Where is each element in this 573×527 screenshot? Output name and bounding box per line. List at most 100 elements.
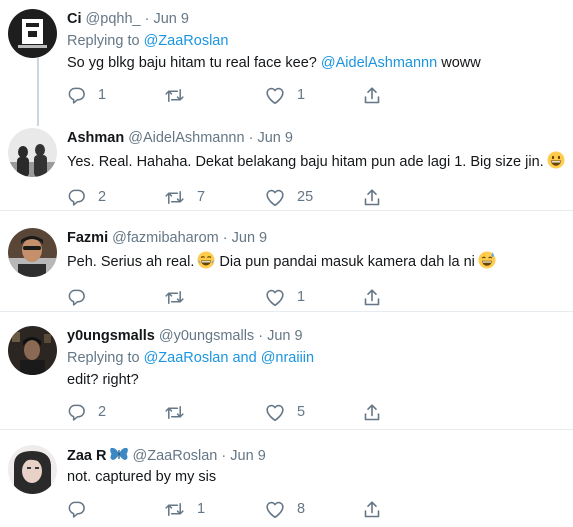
grinning-sweat-emoji bbox=[478, 251, 496, 275]
tweet-text: not. captured by my sis bbox=[67, 468, 565, 487]
like-count: 25 bbox=[297, 189, 314, 205]
avatar[interactable] bbox=[8, 9, 57, 58]
like-button[interactable]: 8 bbox=[265, 499, 305, 519]
like-count: 1 bbox=[297, 289, 306, 305]
tweet-ci[interactable]: Ci @pqhh_ · Jun 9 Replying to @ZaaRoslan… bbox=[0, 0, 573, 104]
reply-icon bbox=[67, 500, 86, 519]
retweet-icon bbox=[164, 288, 185, 307]
retweet-button[interactable] bbox=[164, 402, 197, 422]
tweet-text-main: not. captured by my sis bbox=[67, 469, 217, 485]
tweet-header: Ashman @AidelAshmannn · Jun 9 bbox=[67, 129, 565, 147]
display-name[interactable]: Ci bbox=[67, 11, 82, 27]
tweet-ashman[interactable]: Ashman @AidelAshmannn · Jun 9 Yes. Real.… bbox=[0, 101, 573, 211]
like-count: 8 bbox=[297, 501, 306, 517]
replying-to-link[interactable]: @ZaaRoslan bbox=[144, 33, 229, 49]
tweet-date[interactable]: Jun 9 bbox=[257, 130, 292, 146]
replying-to: Replying to @ZaaRoslan bbox=[67, 32, 565, 50]
tweet-date[interactable]: Jun 9 bbox=[232, 230, 267, 246]
tweet-header: Ci @pqhh_ · Jun 9 bbox=[67, 10, 565, 28]
replying-to: Replying to @ZaaRoslan and @nraiiin bbox=[67, 349, 565, 367]
replying-to-link-2[interactable]: @nraiiin bbox=[261, 350, 314, 366]
share-icon bbox=[363, 188, 381, 207]
retweet-icon bbox=[164, 500, 185, 519]
tweet-actions: 1 8 bbox=[67, 499, 565, 519]
separator-dot: · bbox=[258, 328, 264, 344]
retweet-button[interactable]: 1 bbox=[164, 499, 205, 519]
separator-dot: · bbox=[222, 230, 228, 246]
like-button[interactable]: 5 bbox=[265, 402, 305, 422]
separator-dot: · bbox=[221, 448, 227, 464]
blue-butterfly-icon bbox=[109, 446, 129, 467]
display-name[interactable]: Fazmi bbox=[67, 230, 108, 246]
reply-thread: Ci @pqhh_ · Jun 9 Replying to @ZaaRoslan… bbox=[0, 0, 573, 527]
share-button[interactable] bbox=[363, 499, 381, 519]
separator-dot: · bbox=[144, 11, 150, 27]
replying-to-and: and bbox=[232, 350, 257, 366]
like-button[interactable]: 1 bbox=[265, 287, 305, 307]
user-handle[interactable]: @fazmibaharom bbox=[112, 230, 219, 246]
avatar[interactable] bbox=[8, 445, 57, 494]
user-handle[interactable]: @pqhh_ bbox=[86, 11, 141, 27]
tweet-text-b: Dia pun pandai masuk kamera dah la ni bbox=[219, 254, 475, 270]
retweet-icon bbox=[164, 403, 185, 422]
reply-icon bbox=[67, 403, 86, 422]
mention-link[interactable]: @AidelAshmannn bbox=[321, 55, 437, 71]
share-button[interactable] bbox=[363, 287, 381, 307]
tears-of-joy-emoji bbox=[197, 251, 215, 275]
replying-to-link[interactable]: @ZaaRoslan bbox=[144, 350, 229, 366]
share-icon bbox=[363, 288, 381, 307]
tweet-zaa-r[interactable]: Zaa R @ZaaRoslan · Jun 9 not. captured b… bbox=[0, 430, 573, 527]
share-button[interactable] bbox=[363, 402, 381, 422]
tweet-header: Zaa R @ZaaRoslan · Jun 9 bbox=[67, 446, 565, 464]
tweet-date[interactable]: Jun 9 bbox=[267, 328, 302, 344]
tweet-actions: 2 5 bbox=[67, 402, 565, 422]
user-handle[interactable]: @ZaaRoslan bbox=[133, 448, 218, 464]
heart-icon bbox=[265, 288, 285, 307]
avatar[interactable] bbox=[8, 128, 57, 177]
tweet-text-main: So yg blkg baju hitam tu real face kee? bbox=[67, 55, 317, 71]
tweet-text: Peh. Serius ah real. Dia pun pandai masu… bbox=[67, 251, 565, 275]
display-name[interactable]: Ashman bbox=[67, 130, 124, 146]
tweet-text-main: edit? right? bbox=[67, 372, 139, 388]
tweet-fazmi[interactable]: Fazmi @fazmibaharom · Jun 9 Peh. Serius … bbox=[0, 211, 573, 312]
grinning-face-emoji bbox=[547, 151, 565, 175]
like-count: 5 bbox=[297, 404, 306, 420]
reply-icon bbox=[67, 288, 86, 307]
replying-to-label: Replying to bbox=[67, 33, 140, 49]
tweet-date[interactable]: Jun 9 bbox=[153, 11, 188, 27]
reply-button[interactable]: 2 bbox=[67, 187, 106, 207]
reply-count: 2 bbox=[98, 404, 107, 420]
tweet-header: Fazmi @fazmibaharom · Jun 9 bbox=[67, 229, 565, 247]
avatar[interactable] bbox=[8, 228, 57, 277]
thread-connector bbox=[37, 101, 39, 126]
user-handle[interactable]: @y0ungsmalls bbox=[159, 328, 254, 344]
reply-button[interactable] bbox=[67, 287, 98, 307]
avatar[interactable] bbox=[8, 326, 57, 375]
thread-connector bbox=[37, 58, 39, 101]
reply-button[interactable]: 2 bbox=[67, 402, 106, 422]
tweet-text-suffix: woww bbox=[441, 55, 481, 71]
retweet-icon bbox=[164, 188, 185, 207]
display-name[interactable]: Zaa R bbox=[67, 448, 107, 464]
tweet-text-a: Peh. Serius ah real. bbox=[67, 254, 195, 270]
tweet-date[interactable]: Jun 9 bbox=[230, 448, 265, 464]
reply-icon bbox=[67, 188, 86, 207]
tweet-header: y0ungsmalls @y0ungsmalls · Jun 9 bbox=[67, 327, 565, 345]
user-handle[interactable]: @AidelAshmannn bbox=[128, 130, 244, 146]
tweet-y0ungsmalls[interactable]: y0ungsmalls @y0ungsmalls · Jun 9 Replyin… bbox=[0, 312, 573, 430]
reply-button[interactable] bbox=[67, 499, 98, 519]
tweet-text: Yes. Real. Hahaha. Dekat belakang baju h… bbox=[67, 151, 565, 175]
reply-count: 2 bbox=[98, 189, 107, 205]
share-button[interactable] bbox=[363, 187, 381, 207]
tweet-text-main: Yes. Real. Hahaha. Dekat belakang baju h… bbox=[67, 154, 544, 170]
heart-icon bbox=[265, 188, 285, 207]
heart-icon bbox=[265, 500, 285, 519]
retweet-count: 7 bbox=[197, 189, 206, 205]
tweet-text: So yg blkg baju hitam tu real face kee? … bbox=[67, 54, 565, 73]
like-button[interactable]: 25 bbox=[265, 187, 313, 207]
retweet-button[interactable]: 7 bbox=[164, 187, 205, 207]
heart-icon bbox=[265, 403, 285, 422]
retweet-button[interactable] bbox=[164, 287, 197, 307]
tweet-text: edit? right? bbox=[67, 371, 565, 390]
display-name[interactable]: y0ungsmalls bbox=[67, 328, 155, 344]
